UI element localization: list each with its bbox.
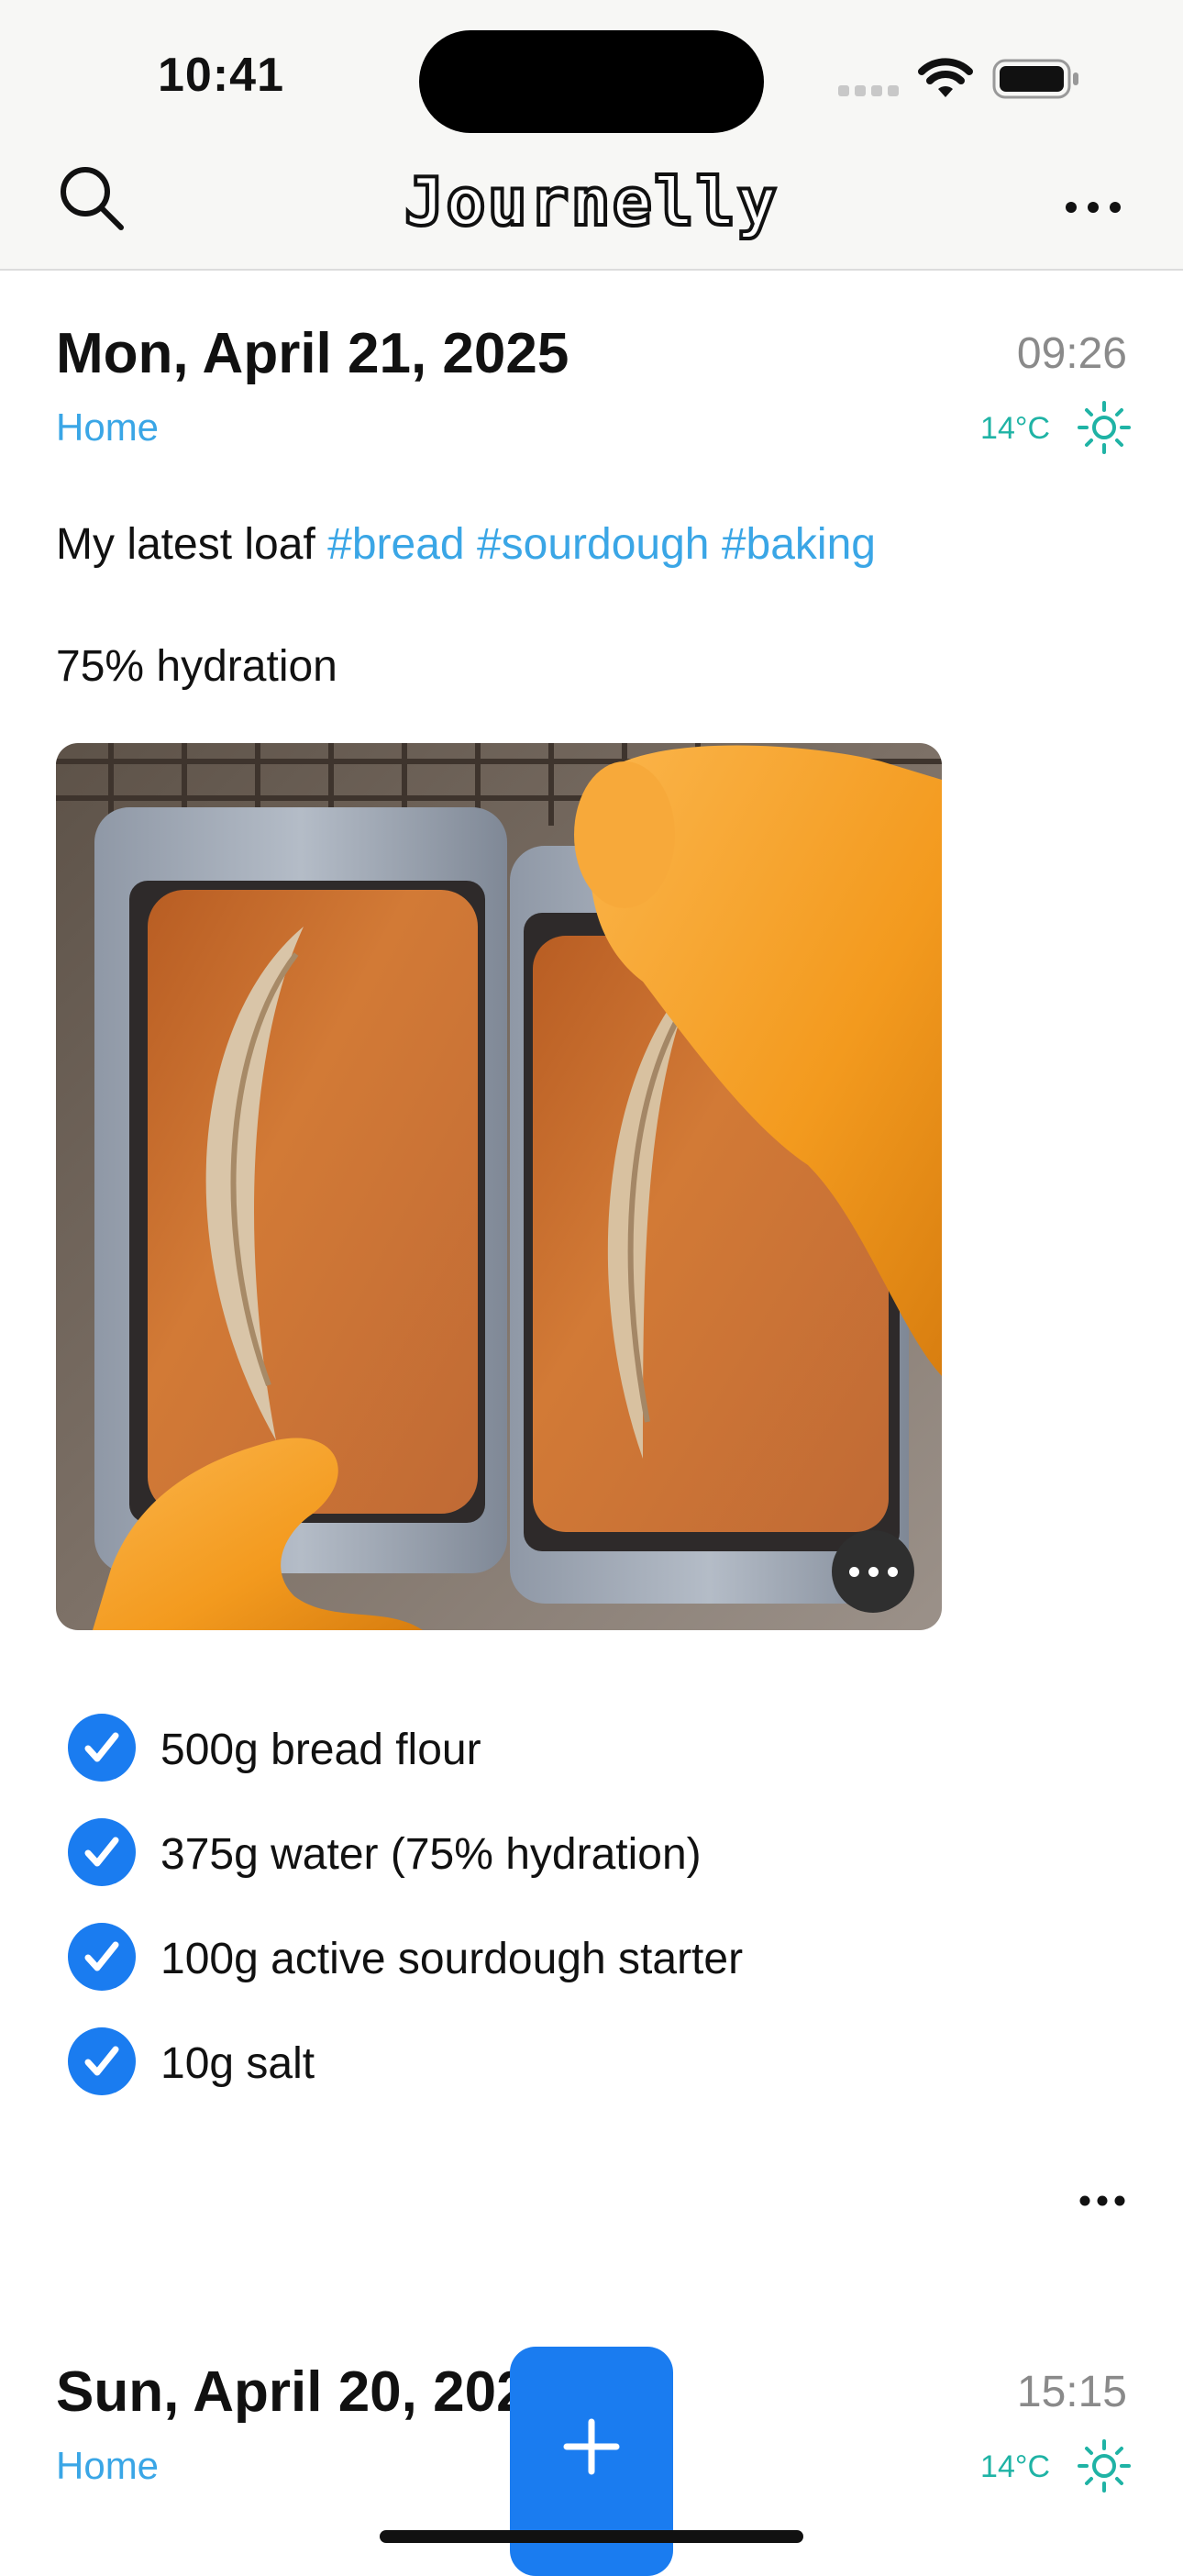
app-title: Journelly [403, 161, 779, 242]
status-bar: 10:41 [0, 0, 1183, 147]
checkbox-checked-icon[interactable] [68, 1923, 136, 1991]
hashtag-link[interactable]: #baking [722, 520, 876, 569]
checklist-item-label: 375g water (75% hydration) [160, 1830, 702, 1879]
checkbox-checked-icon[interactable] [68, 2027, 136, 2095]
entry-location-link[interactable]: Home [56, 2444, 159, 2488]
entry-note: 75% hydration [56, 642, 337, 691]
entry-more-icon[interactable] [1078, 2193, 1126, 2209]
plus-icon [563, 2418, 620, 2475]
entry-time: 15:15 [1016, 2368, 1127, 2416]
entry-temperature: 14°C [980, 411, 1050, 446]
status-time: 10:41 [158, 49, 284, 102]
more-horizontal-icon[interactable] [1064, 198, 1122, 217]
cellular-signal-icon [838, 84, 904, 101]
hashtag-link[interactable]: #sourdough [477, 520, 710, 569]
entry-text-intro: My latest loaf [56, 520, 315, 569]
entry-temperature: 14°C [980, 2449, 1050, 2484]
checkbox-checked-icon[interactable] [68, 1818, 136, 1886]
sun-icon [1078, 2439, 1131, 2493]
checklist-item-label: 100g active sourdough starter [160, 1935, 744, 1983]
home-indicator[interactable] [380, 2530, 803, 2543]
nav-bar: Journelly [0, 147, 1183, 271]
entry-location-link[interactable]: Home [56, 405, 159, 450]
checkbox-checked-icon[interactable] [68, 1714, 136, 1782]
entry-time: 09:26 [1016, 329, 1127, 378]
dynamic-island [419, 30, 764, 133]
photo-more-button[interactable] [832, 1530, 914, 1613]
checklist-item-label: 500g bread flour [160, 1726, 481, 1774]
entry-body-line: My latest loaf #bread #sourdough #baking [56, 519, 876, 570]
bread-photo[interactable] [56, 743, 942, 1630]
hashtag-link[interactable]: #bread [327, 520, 464, 569]
wifi-icon [918, 58, 973, 97]
battery-icon [992, 59, 1078, 99]
checklist-item-label: 10g salt [160, 2039, 315, 2088]
bread-photo-illustration [56, 743, 942, 1630]
sun-icon [1078, 401, 1131, 454]
entry-date: Sun, April 20, 2025 [56, 2360, 560, 2424]
entry-date: Mon, April 21, 2025 [56, 322, 569, 385]
